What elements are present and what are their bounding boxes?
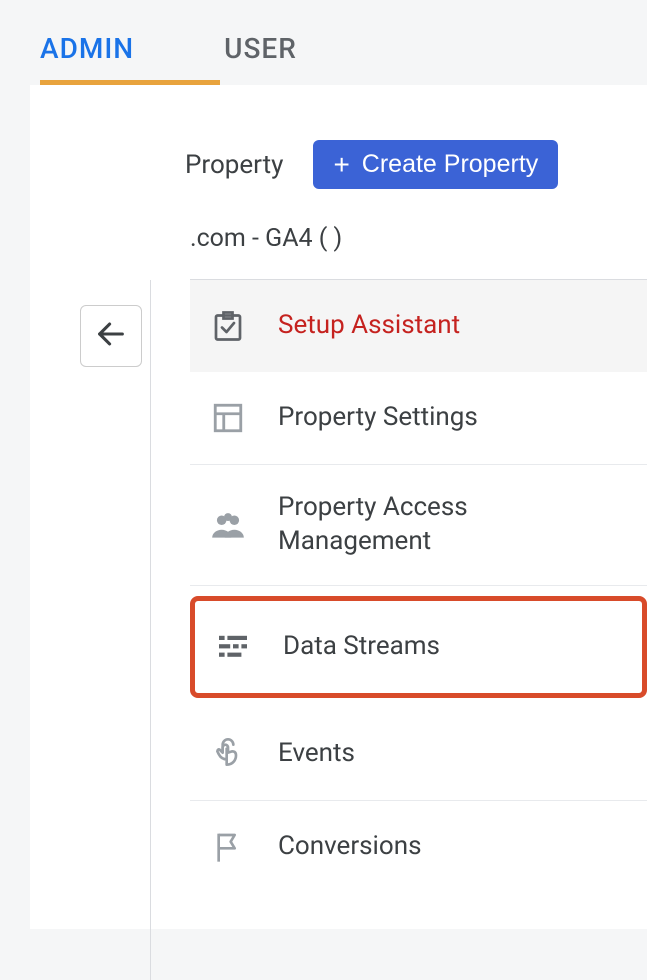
layout-icon [208,398,248,438]
plus-icon: + [333,151,349,179]
create-property-label: Create Property [362,150,538,179]
menu-label-property-settings: Property Settings [278,401,478,435]
menu-property-settings[interactable]: Property Settings [190,372,647,465]
menu-label-data-streams: Data Streams [283,630,440,664]
checklist-icon [208,306,248,346]
flag-icon [208,827,248,867]
create-property-button[interactable]: + Create Property [313,140,558,189]
property-name[interactable]: .com - GA4 ( ) [190,224,647,280]
data-streams-icon [213,627,253,667]
tabs: ADMIN USER [0,0,647,85]
menu-property-access[interactable]: Property Access Management [190,465,647,586]
menu-label-events: Events [278,737,355,771]
property-label: Property [185,150,283,180]
people-icon [208,505,248,545]
vertical-divider [150,280,151,980]
menu-label-setup-assistant: Setup Assistant [278,309,460,343]
arrow-left-icon [94,317,128,355]
admin-panel: Property + Create Property .com - GA4 ( … [30,85,647,929]
property-header: Property + Create Property [185,140,647,189]
tab-admin[interactable]: ADMIN [40,20,134,85]
tab-user[interactable]: USER [224,20,297,85]
menu-label-property-access: Property Access Management [278,491,627,559]
menu-conversions[interactable]: Conversions [190,801,647,893]
menu-data-streams[interactable]: Data Streams [190,596,647,698]
touch-icon [208,734,248,774]
property-menu: Setup Assistant Property Settings Proper… [190,280,647,893]
menu-setup-assistant[interactable]: Setup Assistant [190,280,647,372]
menu-events[interactable]: Events [190,708,647,801]
menu-label-conversions: Conversions [278,830,421,864]
back-button[interactable] [80,305,142,367]
